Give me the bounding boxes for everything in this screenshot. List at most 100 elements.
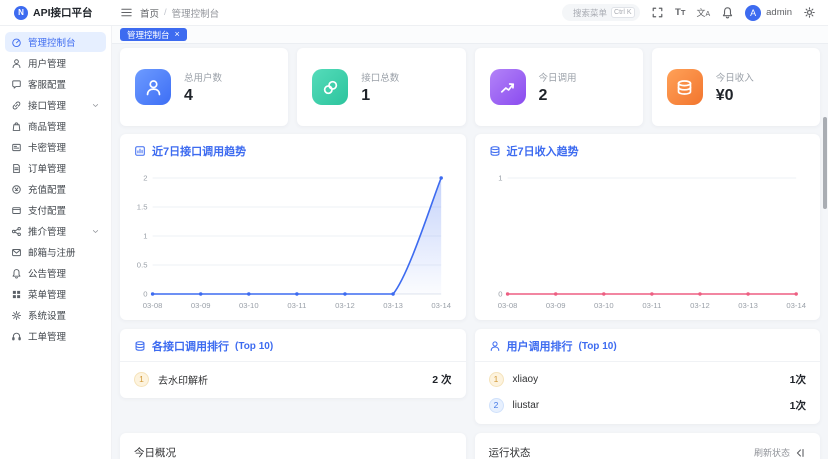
revenue-trend-card: 近7日收入趋势 0 1 03-08 03-09 03-10 03-11 03-12 03-13…: [474, 134, 820, 320]
bell-icon: [11, 268, 22, 279]
stat-value: 1: [361, 86, 371, 104]
rank-row: 2 liustar 1次: [475, 392, 821, 418]
rank-row: 1 去水印解析 2 次: [120, 366, 466, 392]
sidebar-nav: 管理控制台 用户管理 客服配置 接口管理 商品管理 卡密管理 订单管理 充值配置支付配置推介管…: [0, 26, 112, 459]
sidebar-item-11[interactable]: 公告管理: [5, 263, 106, 283]
rank-row: 1 xliaoy 1次: [475, 366, 821, 392]
card-icon: [11, 142, 22, 153]
menu-grid-icon: [11, 289, 22, 300]
breadcrumb-home[interactable]: 首页: [140, 6, 159, 20]
sidebar-item-2[interactable]: 客服配置: [5, 74, 106, 94]
breadcrumb-separator: /: [164, 7, 167, 18]
tab-bar: 管理控制台 ×: [112, 26, 828, 44]
sidebar-item-13[interactable]: 系统设置: [5, 305, 106, 325]
sidebar-item-12[interactable]: 菜单管理: [5, 284, 106, 304]
collapse-panel-icon[interactable]: [794, 447, 806, 459]
revenue-trend-chart: 0 1 03-08 03-09 03-10 03-11 03-12 03-13 03-14: [497, 174, 806, 310]
stat-label: 今日收入: [715, 72, 754, 84]
coin-icon: [11, 184, 22, 195]
rank-name: liustar: [512, 399, 540, 411]
svg-text:0: 0: [498, 290, 502, 299]
svg-text:03-13: 03-13: [738, 301, 758, 310]
mail-icon: [11, 247, 22, 258]
stat-card-1: 接口总数 1: [297, 48, 466, 126]
app-title: API接口平台: [33, 7, 93, 19]
sidebar-item-3[interactable]: 接口管理: [5, 95, 106, 115]
bar-chart-icon: [134, 145, 146, 157]
tab-close-icon[interactable]: ×: [175, 30, 180, 39]
font-size-icon[interactable]: TT: [675, 7, 685, 18]
user-menu[interactable]: A admin: [745, 4, 792, 21]
app-header: N API接口平台 首页 / 管理控制台 搜索菜单 Ctrl K TT 文A A: [0, 0, 828, 26]
rank-badge: 1: [488, 371, 504, 387]
rank-count: 1次: [789, 373, 806, 386]
wallet-icon: [11, 205, 22, 216]
breadcrumb-current: 管理控制台: [171, 8, 220, 20]
today-overview-card: 今日概况: [120, 433, 466, 459]
svg-text:03-10: 03-10: [593, 301, 613, 310]
svg-text:1.5: 1.5: [137, 203, 148, 212]
main-area: 管理控制台 × 总用户数 4 接口总数 1 今日调用 2 今日收入 ¥0 近7日接口调用趋势 …: [112, 26, 828, 459]
svg-text:03-09: 03-09: [191, 301, 211, 310]
sidebar-item-14[interactable]: 工单管理: [5, 326, 106, 346]
bag-icon: [11, 121, 22, 132]
run-status-card: 运行状态 刷新状态: [474, 433, 820, 459]
sidebar-item-label: 支付配置: [28, 206, 67, 217]
sidebar-item-label: 推介管理: [28, 227, 67, 238]
sidebar-item-7[interactable]: 充值配置: [5, 179, 106, 199]
sidebar-item-4[interactable]: 商品管理: [5, 116, 106, 136]
sidebar-item-label: 邮箱与注册: [28, 248, 76, 259]
sidebar-item-8[interactable]: 支付配置: [5, 200, 106, 220]
stat-card-0: 总用户数 4: [120, 48, 289, 126]
sidebar-item-label: 菜单管理: [28, 290, 67, 301]
sidebar-item-10[interactable]: 邮箱与注册: [5, 242, 106, 262]
chat-icon: [11, 79, 22, 90]
rank-count: 1次: [789, 399, 806, 412]
sidebar-item-0[interactable]: 管理控制台: [5, 32, 106, 52]
api-ranking-list: 1 去水印解析 2 次: [120, 362, 466, 398]
sidebar-item-5[interactable]: 卡密管理: [5, 137, 106, 157]
user-name: admin: [766, 7, 792, 18]
today-overview-title: 今日概况: [134, 447, 176, 459]
svg-text:0.5: 0.5: [137, 261, 148, 270]
document-icon: [11, 163, 22, 174]
svg-text:1: 1: [498, 174, 502, 183]
user-ranking-title: 用户调用排行: [506, 341, 573, 353]
notification-bell-icon[interactable]: [721, 6, 734, 19]
collapse-menu-icon[interactable]: [120, 6, 133, 19]
users-icon: [135, 69, 171, 105]
vertical-scrollbar[interactable]: [823, 117, 827, 209]
api-ranking-card: 各接口调用排行 (Top 10) 1 去水印解析 2 次: [120, 329, 466, 398]
logo-icon: N: [14, 5, 28, 20]
user-ranking-card: 用户调用排行 (Top 10) 1 xliaoy 1次 2 liustar 1次: [474, 329, 821, 424]
stat-value: 4: [184, 86, 193, 104]
sidebar-item-label: 系统设置: [28, 311, 67, 322]
database-icon: [489, 145, 501, 157]
rank-count: 2 次: [432, 373, 452, 386]
chevron-down-icon: [91, 101, 100, 110]
user-ranking-list: 1 xliaoy 1次 2 liustar 1次: [475, 362, 821, 424]
revenue-icon: [666, 69, 703, 105]
svg-text:0: 0: [143, 290, 147, 299]
svg-text:03-14: 03-14: [786, 301, 806, 310]
rank-name: xliaoy: [512, 373, 539, 385]
svg-text:1: 1: [143, 232, 147, 241]
svg-text:03-12: 03-12: [335, 301, 355, 310]
settings-gear-icon[interactable]: [803, 6, 816, 19]
share-icon: [11, 226, 22, 237]
tab-label: 管理控制台: [127, 29, 170, 40]
search-input[interactable]: 搜索菜单 Ctrl K: [562, 4, 641, 21]
sidebar-item-9[interactable]: 推介管理: [5, 221, 106, 241]
stat-label: 今日调用: [538, 72, 577, 84]
sidebar-item-6[interactable]: 订单管理: [5, 158, 106, 178]
translate-icon[interactable]: 文A: [696, 6, 710, 19]
user-avatar: A: [745, 4, 762, 21]
stat-card-2: 今日调用 2: [474, 48, 643, 126]
search-shortcut-badge: Ctrl K: [611, 7, 635, 18]
fullscreen-icon[interactable]: [651, 6, 664, 19]
breadcrumb: 首页 / 管理控制台: [140, 6, 219, 20]
tab-dashboard[interactable]: 管理控制台 ×: [120, 28, 187, 41]
svg-text:03-14: 03-14: [431, 301, 451, 310]
sidebar-item-1[interactable]: 用户管理: [5, 53, 106, 73]
refresh-status-button[interactable]: 刷新状态: [754, 446, 790, 459]
